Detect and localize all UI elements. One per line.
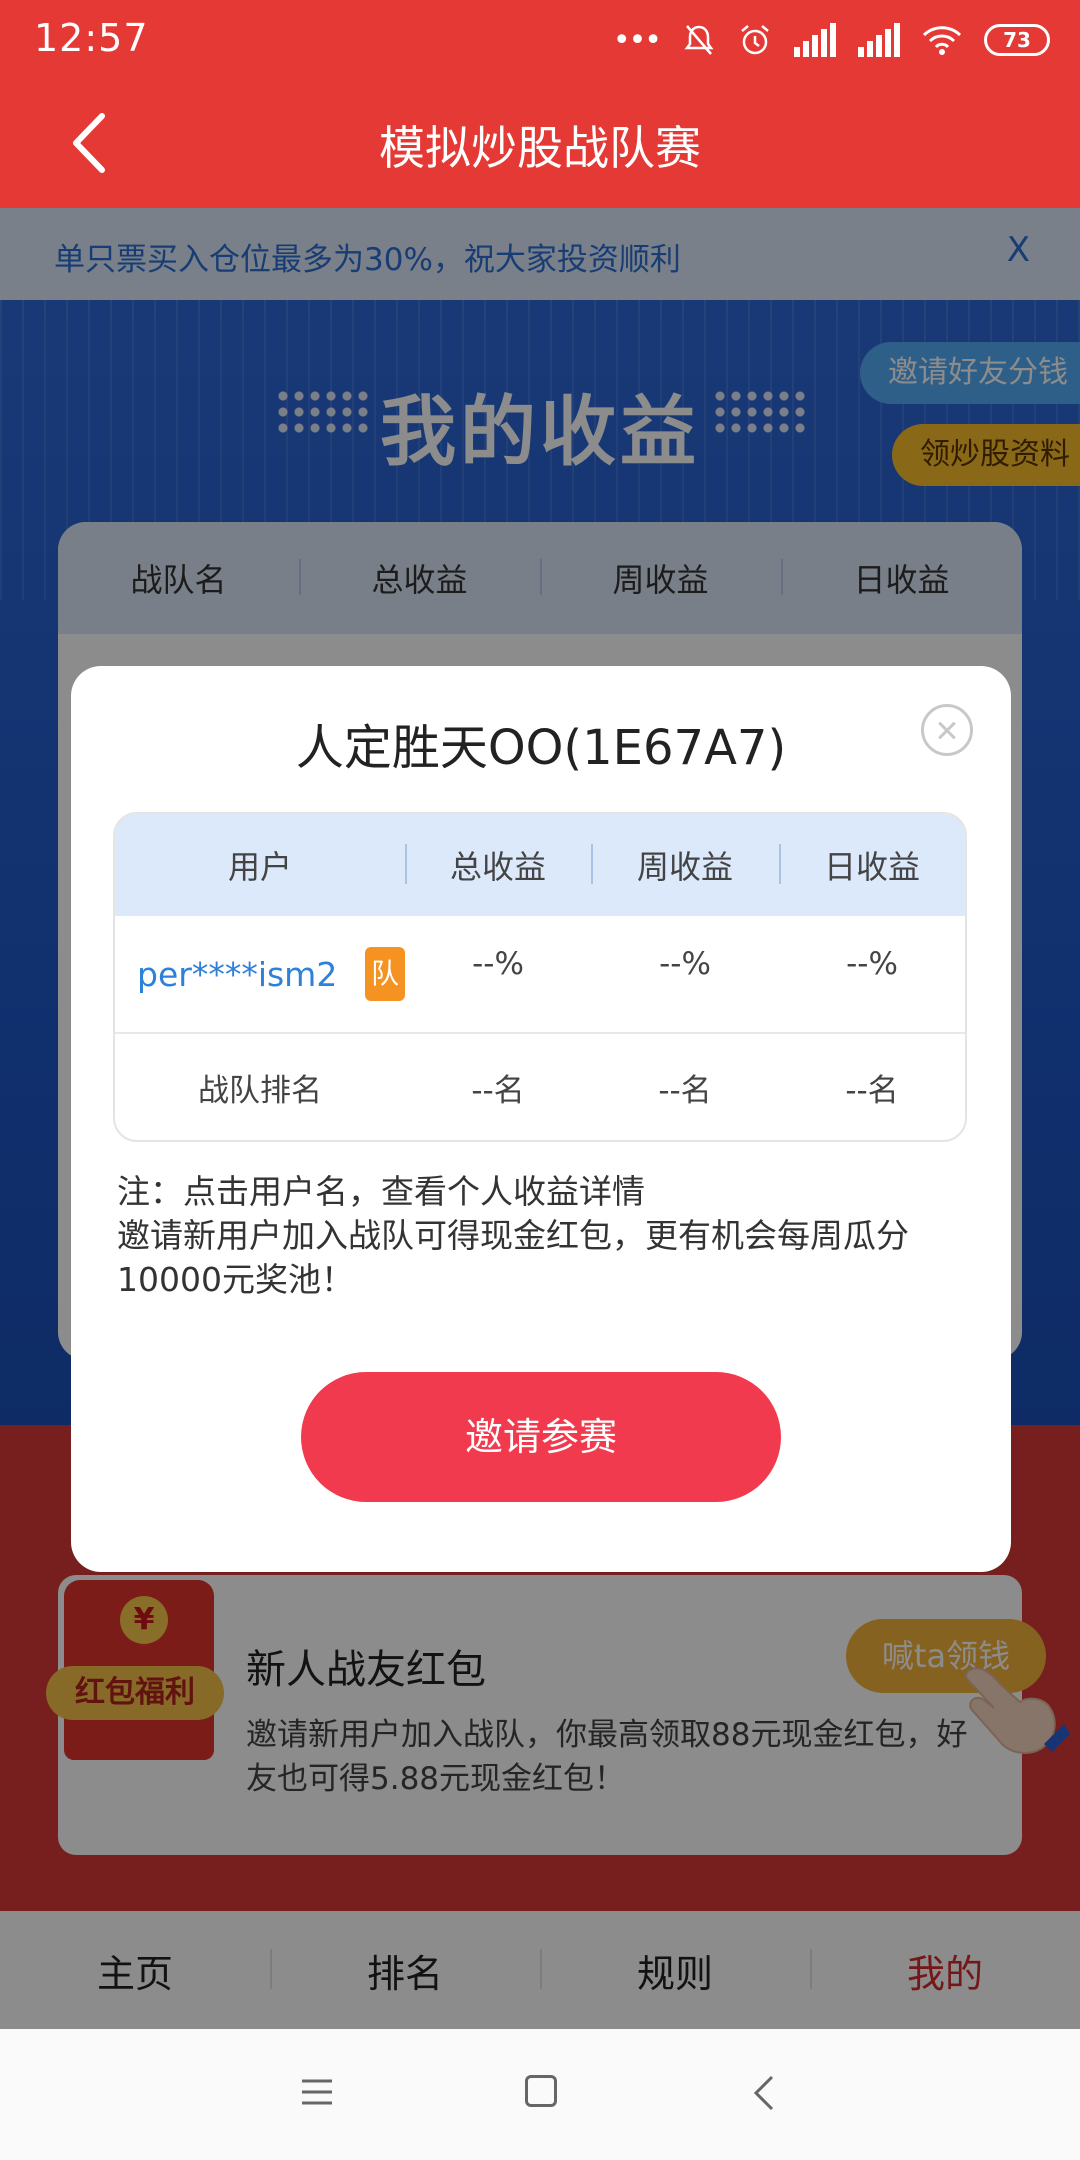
invite-participate-button[interactable]: 邀请参赛 <box>301 1372 781 1502</box>
nav-back-icon[interactable] <box>750 2073 780 2113</box>
status-bar: 12:57 ••• 73 <box>0 0 1080 80</box>
user-week-earnings: --% <box>659 946 711 982</box>
alarm-icon <box>741 25 769 55</box>
user-day-earnings: --% <box>846 946 898 982</box>
member-table-header: 用户 总收益 周收益 日收益 <box>115 814 965 916</box>
username-link[interactable]: per****ism2 <box>137 955 337 994</box>
user-total-earnings: --% <box>472 946 524 982</box>
close-icon[interactable] <box>921 704 973 756</box>
status-time: 12:57 <box>34 16 149 60</box>
header-total: 总收益 <box>405 842 591 888</box>
page-title: 模拟炒股战队赛 <box>379 121 701 175</box>
team-name-title: 人定胜天OO(1E67A7) <box>295 720 787 776</box>
member-earnings-table: 用户 总收益 周收益 日收益 per****ism2 队 --% --% --%… <box>113 812 967 1142</box>
bell-off-icon <box>684 25 714 55</box>
team-badge: 队 <box>365 947 405 1001</box>
week-rank: --名 <box>658 1072 712 1109</box>
table-row: 战队排名 --名 --名 --名 <box>115 1034 965 1140</box>
user-cell: per****ism2 队 <box>115 947 405 1001</box>
app-header: 模拟炒股战队赛 <box>0 80 1080 208</box>
team-rank-label: 战队排名 <box>198 1072 322 1109</box>
menu-icon[interactable] <box>300 2077 334 2107</box>
dialog-note: 注：点击用户名，查看个人收益详情 邀请新用户加入战队可得现金红包，更有机会每周瓜… <box>117 1170 977 1302</box>
header-user: 用户 <box>227 848 292 886</box>
note-line-2: 邀请新用户加入战队可得现金红包，更有机会每周瓜分10000元奖池！ <box>117 1216 909 1299</box>
wifi-icon <box>922 26 962 55</box>
day-rank: --名 <box>845 1072 899 1109</box>
battery-icon: 73 <box>984 24 1050 56</box>
note-line-1: 注：点击用户名，查看个人收益详情 <box>117 1172 645 1211</box>
header-week: 周收益 <box>591 842 779 888</box>
signal-icon-2 <box>858 23 900 57</box>
header-day: 日收益 <box>779 842 965 888</box>
home-square-icon[interactable] <box>525 2075 557 2107</box>
team-detail-dialog: 人定胜天OO(1E67A7) 用户 总收益 周收益 日收益 per****ism… <box>71 666 1011 1572</box>
more-dots-icon: ••• <box>612 22 662 58</box>
system-nav-bar <box>0 2029 1080 2160</box>
total-rank: --名 <box>471 1072 525 1109</box>
status-icons: ••• 73 <box>613 18 1050 62</box>
signal-icon <box>794 23 836 57</box>
table-row: per****ism2 队 --% --% --% <box>115 916 965 1034</box>
